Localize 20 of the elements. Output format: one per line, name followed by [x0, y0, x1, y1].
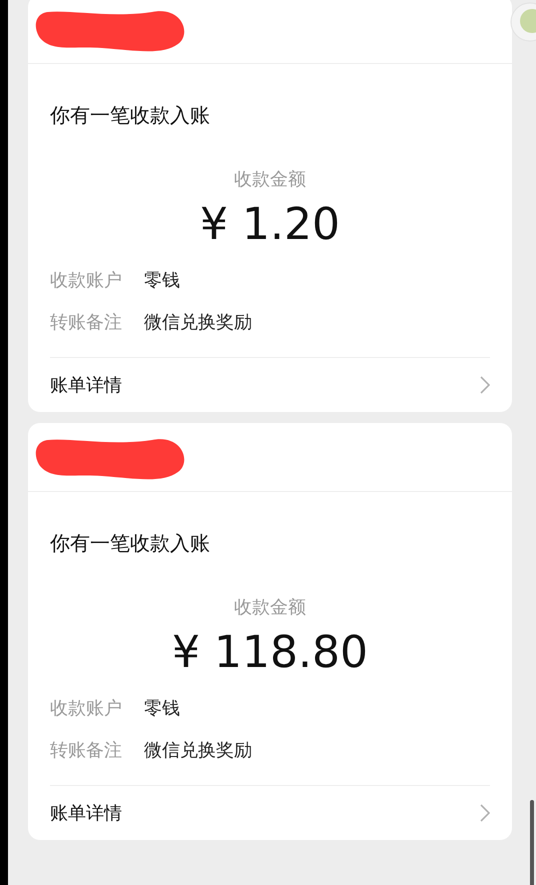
bill-details-link[interactable]: 账单详情 [50, 801, 122, 825]
chevron-icon[interactable] [480, 804, 490, 822]
detail-value: 微信兑换奖励 [144, 739, 252, 763]
amount: ¥ 1.20 [199, 199, 341, 251]
bill-details-link[interactable]: 账单详情 [50, 373, 122, 397]
detail-label: 收款账户 [50, 269, 122, 293]
detail-label: 转账备注 [50, 311, 122, 335]
scroll-bar[interactable] [530, 800, 534, 885]
chevron-icon[interactable] [480, 376, 490, 394]
detail-value: 零钱 [144, 269, 180, 293]
detail-label: 收款账户 [50, 697, 122, 721]
avatar[interactable] [510, 2, 536, 42]
amount-label: 收款金额 [233, 596, 307, 619]
notice-title: 你有一笔收款入账 [50, 102, 211, 129]
amount: ¥ 118.80 [171, 627, 369, 679]
notice-title: 你有一笔收款入账 [50, 530, 211, 557]
amount-label: 收款金额 [233, 168, 307, 191]
detail-value: 微信兑换奖励 [144, 311, 252, 335]
detail-value: 零钱 [144, 697, 180, 721]
detail-label: 转账备注 [50, 739, 122, 763]
